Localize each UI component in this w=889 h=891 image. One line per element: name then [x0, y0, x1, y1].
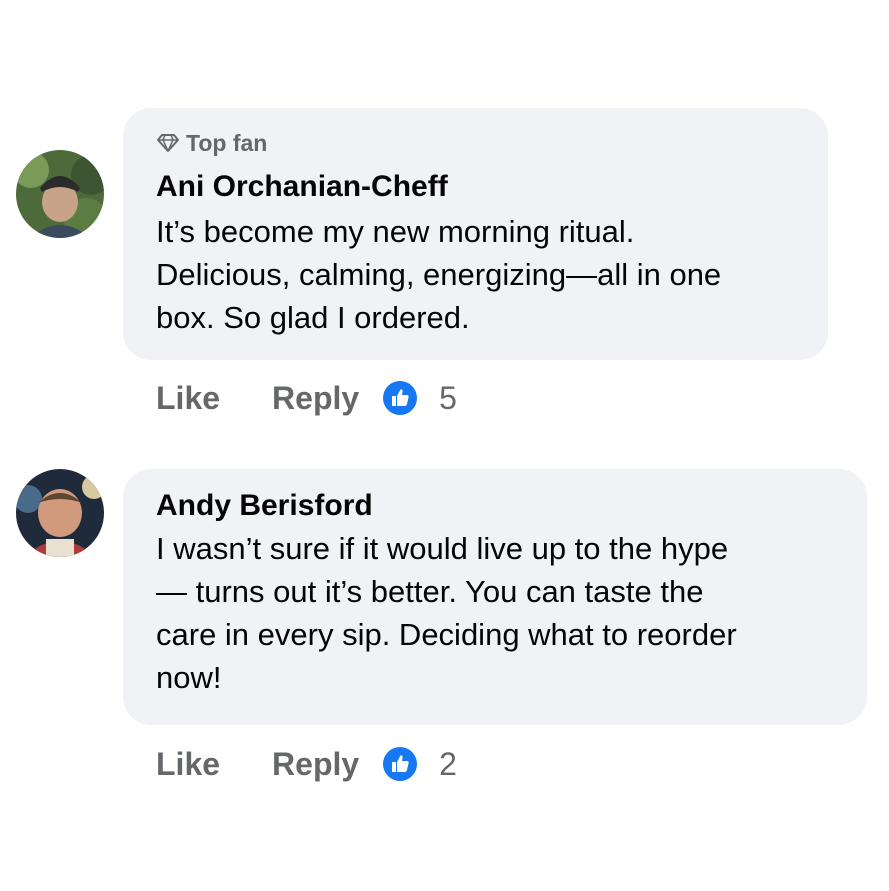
- comment-author[interactable]: Ani Orchanian-Cheff: [156, 168, 798, 206]
- like-button[interactable]: Like: [156, 746, 220, 783]
- reply-button[interactable]: Reply: [272, 746, 359, 783]
- thumbs-up-icon[interactable]: [383, 747, 418, 781]
- avatar-image: [16, 469, 104, 557]
- avatar[interactable]: [16, 469, 104, 557]
- badge-label: Top fan: [186, 129, 268, 156]
- reaction-count[interactable]: 2: [439, 746, 457, 783]
- avatar[interactable]: [16, 150, 104, 238]
- diamond-icon: [157, 134, 179, 152]
- reaction-count[interactable]: 5: [439, 380, 457, 417]
- comment-actions: Like Reply 2: [156, 744, 457, 784]
- top-fan-badge: Top fan: [156, 128, 798, 158]
- avatar-image: [16, 150, 104, 238]
- comment-text: I wasn’t sure if it would live up to the…: [156, 531, 737, 695]
- like-button[interactable]: Like: [156, 380, 220, 417]
- comment-actions: Like Reply 5: [156, 378, 457, 418]
- reply-button[interactable]: Reply: [272, 380, 359, 417]
- comment-bubble: Andy Berisford I wasn’t sure if it would…: [123, 469, 867, 725]
- comment-bubble: Top fan Ani Orchanian-Cheff It’s become …: [123, 108, 828, 360]
- thumbs-up-icon[interactable]: [383, 381, 418, 415]
- comment-author[interactable]: Andy Berisford: [156, 487, 837, 525]
- comment-text: It’s become my new morning ritual. Delic…: [156, 214, 722, 335]
